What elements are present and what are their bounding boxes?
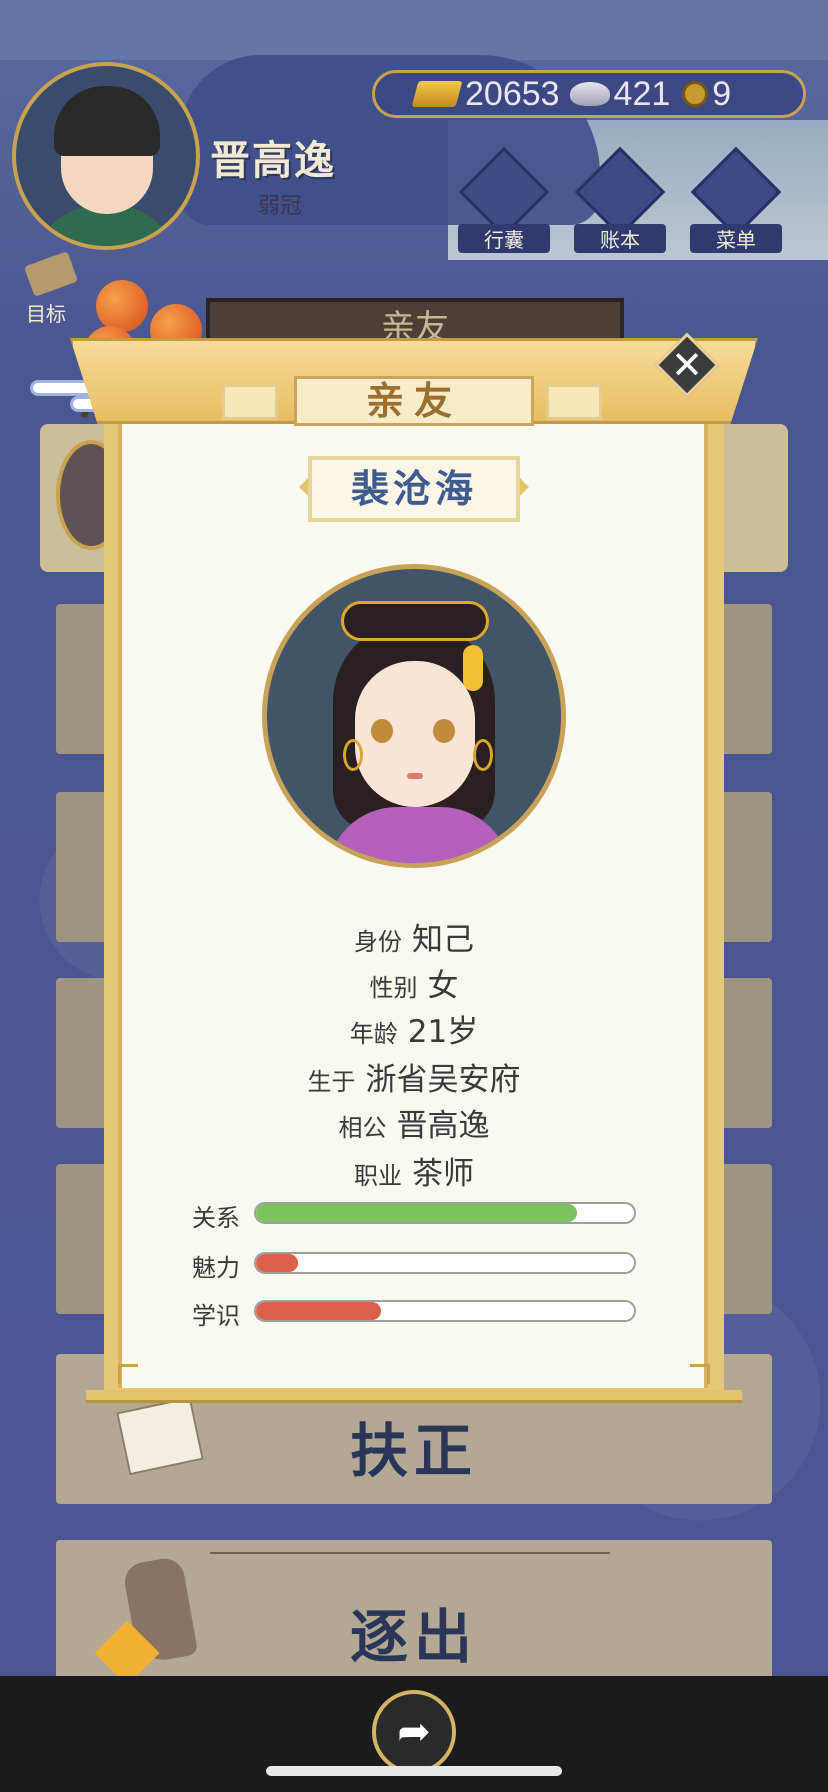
home-indicator[interactable] bbox=[266, 1766, 562, 1776]
coin-amount: 9 bbox=[712, 74, 732, 113]
share-icon: ➦ bbox=[397, 1709, 431, 1755]
header-ornament bbox=[546, 384, 602, 420]
goal-button[interactable]: 目标 bbox=[14, 251, 84, 328]
divider bbox=[210, 1552, 610, 1554]
ledger-button[interactable]: 账本 bbox=[574, 146, 666, 253]
sky-band bbox=[0, 0, 828, 60]
header-ornament bbox=[222, 384, 278, 420]
copper-coin-icon bbox=[682, 81, 709, 107]
relationship-bar bbox=[254, 1202, 636, 1224]
corner-ornament bbox=[118, 1364, 138, 1384]
info-occupation: 职业 茶师 bbox=[354, 1156, 474, 1192]
character-portrait bbox=[262, 564, 566, 868]
gold-amount: 20653 bbox=[465, 74, 560, 113]
knowledge-bar bbox=[254, 1300, 636, 1322]
silver-ingot-icon bbox=[569, 82, 610, 106]
info-identity: 身份 知己 bbox=[354, 922, 474, 958]
player-age-title: 弱冠 bbox=[258, 194, 303, 219]
currency-bar: 20653 421 9 bbox=[372, 70, 806, 118]
charm-bar bbox=[254, 1252, 636, 1274]
scroll-icon bbox=[23, 251, 79, 297]
player-avatar[interactable] bbox=[12, 62, 200, 250]
bag-button[interactable]: 行囊 bbox=[458, 146, 550, 253]
close-icon[interactable]: ✕ bbox=[664, 342, 710, 388]
info-gender: 性别女 bbox=[369, 968, 459, 1004]
info-birthplace: 生于 浙省吴安府 bbox=[307, 1062, 521, 1098]
gold-ingot-icon bbox=[411, 81, 463, 107]
modal-bottom-rod bbox=[86, 1390, 742, 1403]
corner-ornament bbox=[690, 1364, 710, 1384]
info-spouse: 相公 晋高逸 bbox=[338, 1108, 490, 1144]
share-button[interactable]: ➦ bbox=[372, 1690, 456, 1774]
character-name: 裴沧海 bbox=[308, 456, 520, 522]
earring-icon bbox=[343, 739, 363, 771]
earring-icon bbox=[473, 739, 493, 771]
stat-label-relationship: 关系 bbox=[192, 1204, 240, 1232]
modal-title: 亲友 bbox=[294, 376, 534, 426]
candied-fruit-icon bbox=[96, 280, 148, 332]
stat-label-charm: 魅力 bbox=[192, 1254, 240, 1282]
info-age: 年龄 21岁 bbox=[349, 1014, 479, 1050]
stat-label-knowledge: 学识 bbox=[192, 1302, 240, 1330]
menu-button[interactable]: 菜单 bbox=[690, 146, 782, 253]
player-name: 晋高逸 bbox=[210, 138, 336, 184]
silver-amount: 421 bbox=[613, 74, 671, 113]
